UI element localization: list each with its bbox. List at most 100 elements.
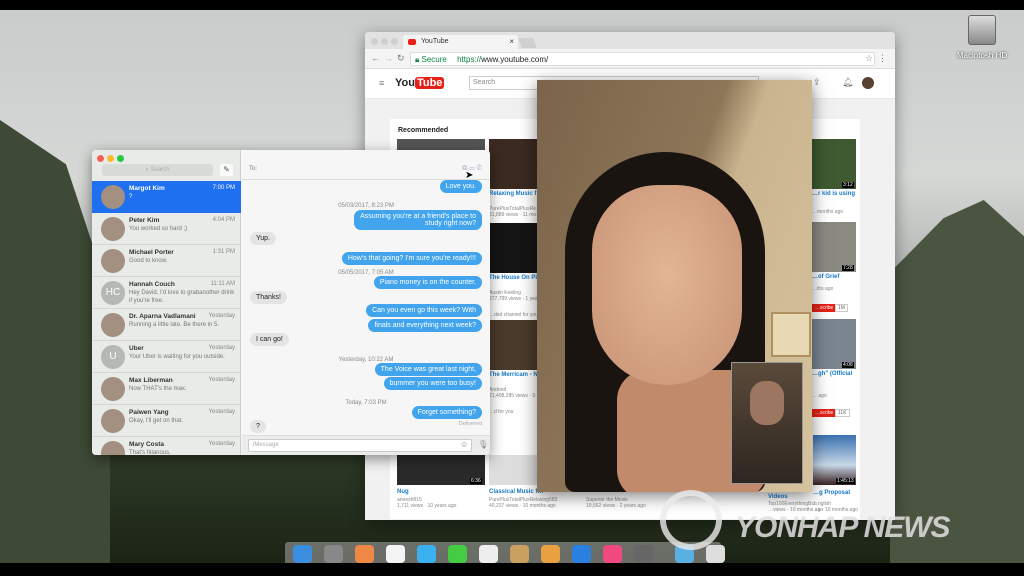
hard-drive-icon[interactable] xyxy=(968,15,996,45)
emoji-icon[interactable]: ☺ xyxy=(460,440,468,449)
video-thumbnail[interactable] xyxy=(489,223,537,273)
video-title[interactable]: …of Grief xyxy=(812,274,839,281)
conversation-time: Yesterday xyxy=(208,441,235,447)
subscribe-button[interactable]: …scribe xyxy=(812,304,837,312)
video-title[interactable]: Videos xyxy=(768,494,788,501)
close-window-button[interactable] xyxy=(371,38,378,45)
calendar-icon[interactable] xyxy=(386,545,405,563)
reload-icon[interactable]: ↻ xyxy=(397,53,405,64)
phone-icon[interactable]: ✆ xyxy=(476,165,482,172)
sent-bubble: Piano money is on the counter. xyxy=(373,276,482,289)
itunes-icon[interactable] xyxy=(603,545,622,563)
sent-bubble: Can you even go this week? With xyxy=(366,304,482,317)
video-meta: 19,662 views · 2 years ago xyxy=(586,503,646,509)
video-thumbnail[interactable] xyxy=(489,320,537,370)
received-bubble: Yup. xyxy=(250,232,277,245)
avatar xyxy=(101,249,125,273)
video-duration: 6:36 xyxy=(470,478,482,484)
video-thumbnail[interactable] xyxy=(489,455,537,485)
address-bar[interactable]: 🔒︎ Secure https://www.youtube.com/ xyxy=(410,52,875,66)
back-arrow-icon[interactable]: ← xyxy=(371,53,380,63)
new-tab-button[interactable] xyxy=(518,38,537,48)
recipient-bar[interactable]: To: xyxy=(242,160,490,180)
menu-kebab-icon[interactable]: ⋮ xyxy=(878,53,887,64)
facetime-icon[interactable] xyxy=(448,545,467,563)
video-duration: 1:45:13 xyxy=(836,478,855,484)
compose-icon: ✎ xyxy=(223,165,230,174)
conversation-item[interactable]: HC Hannah Couch 11:11 AM Hey David, I'd … xyxy=(92,277,241,309)
compose-button[interactable]: ✎ xyxy=(220,164,233,176)
zoom-window-button[interactable] xyxy=(117,155,124,162)
conversation-item[interactable]: Paiwen Yang Yesterday Okay, I'll get on … xyxy=(92,405,241,437)
upload-icon[interactable]: ⇪ xyxy=(813,77,821,88)
messages-search-input[interactable]: ⌕ Search xyxy=(102,164,213,176)
video-thumbnail[interactable] xyxy=(489,139,537,189)
messages-icon[interactable] xyxy=(417,545,436,563)
notifications-bell-icon[interactable]: 🔔︎ xyxy=(842,77,853,88)
close-window-button[interactable] xyxy=(97,155,104,162)
bookmark-star-icon[interactable]: ☆ xyxy=(865,53,873,64)
sent-bubble: bummer you were too busy! xyxy=(383,377,482,390)
launchpad-icon[interactable] xyxy=(324,545,343,563)
url-scheme: https:// xyxy=(457,55,482,64)
video-title[interactable]: Classical Music f… xyxy=(489,489,543,496)
video-title[interactable]: …g Proposal xyxy=(813,490,850,497)
compose-bar: iMessage ☺ 🎙︎ xyxy=(242,435,490,455)
zoom-window-button[interactable] xyxy=(391,38,398,45)
received-bubble: Thanks! xyxy=(250,291,287,304)
forward-arrow-icon[interactable]: → xyxy=(384,53,393,63)
video-meta: … ago xyxy=(812,393,827,399)
microphone-icon[interactable]: 🎙︎ xyxy=(478,440,488,449)
tab-bar: YouTube × xyxy=(365,32,895,49)
finder-icon[interactable] xyxy=(293,545,312,563)
conversation-item[interactable]: Peter Kim 4:04 PM You worked so hard ;) xyxy=(92,213,241,245)
minimize-window-button[interactable] xyxy=(381,38,388,45)
timestamp: 05/03/2017, 8:23 PM xyxy=(338,203,394,209)
minimize-window-button[interactable] xyxy=(107,155,114,162)
self-view-pip[interactable] xyxy=(731,362,803,484)
avatar: U xyxy=(101,345,125,369)
conversation-time: 11:11 AM xyxy=(210,281,235,287)
conversation-item[interactable]: Max Liberman Yesterday Now THAT's the ma… xyxy=(92,373,241,405)
hamburger-menu-icon[interactable]: ≡ xyxy=(379,78,384,88)
subscriber-count: 1M xyxy=(835,304,848,312)
preview-icon[interactable] xyxy=(541,545,560,563)
sent-bubble: Forget something? xyxy=(411,406,482,419)
imessage-input[interactable]: iMessage xyxy=(248,439,472,452)
sent-bubble: How's that going? I'm sure you're ready!… xyxy=(341,252,482,265)
message-preview: Your Uber is waiting for you outside. xyxy=(129,354,225,360)
video-title[interactable]: …gh" (Official xyxy=(812,371,852,378)
conversation-list: ⌕ Search ✎ Margot Kim 7:00 PM ? Peter Ki… xyxy=(92,150,241,455)
video-meta: 1,711 views · 10 years ago xyxy=(397,503,457,509)
conversation-item[interactable]: U Uber Yesterday Your Uber is waiting fo… xyxy=(92,341,241,373)
avatar xyxy=(101,377,125,401)
picture-frame xyxy=(771,312,811,357)
system-preferences-icon[interactable] xyxy=(634,545,653,563)
contacts-icon[interactable] xyxy=(510,545,529,563)
conversation-item[interactable]: Mary Costa Yesterday That's hilarious. xyxy=(92,437,241,455)
conversation-item[interactable]: Margot Kim 7:00 PM ? xyxy=(92,181,241,213)
youtube-logo[interactable]: You Tube xyxy=(395,77,445,89)
url-host: www.youtube.com/ xyxy=(481,55,549,64)
chrome-icon[interactable] xyxy=(355,545,374,563)
video-title[interactable]: Nug xyxy=(397,489,409,496)
yonhap-logo xyxy=(660,490,722,550)
received-bubble: ? xyxy=(250,420,266,433)
photos-icon[interactable] xyxy=(479,545,498,563)
contact-name: Peter Kim xyxy=(129,217,160,224)
subscribe-button[interactable]: …scribe xyxy=(812,409,837,417)
contact-name: Hannah Couch xyxy=(129,281,175,288)
tab-youtube[interactable]: YouTube × xyxy=(403,35,518,49)
app-store-icon[interactable] xyxy=(572,545,591,563)
sent-bubble: finals and everything next week? xyxy=(368,319,482,332)
subscriber-count: 11K xyxy=(835,409,850,417)
trash-icon[interactable] xyxy=(706,545,725,563)
video-person-face xyxy=(592,185,742,385)
conversation-time: Yesterday xyxy=(208,313,235,319)
conversation-item[interactable]: Michael Porter 1:31 PM Good to know. xyxy=(92,245,241,277)
to-label: To: xyxy=(249,166,258,172)
video-title[interactable]: …r kid is using xyxy=(812,191,855,198)
account-avatar[interactable] xyxy=(862,77,874,89)
close-tab-icon[interactable]: × xyxy=(509,37,514,46)
conversation-item[interactable]: Dr. Aparna Vadlamani Yesterday Running a… xyxy=(92,309,241,341)
